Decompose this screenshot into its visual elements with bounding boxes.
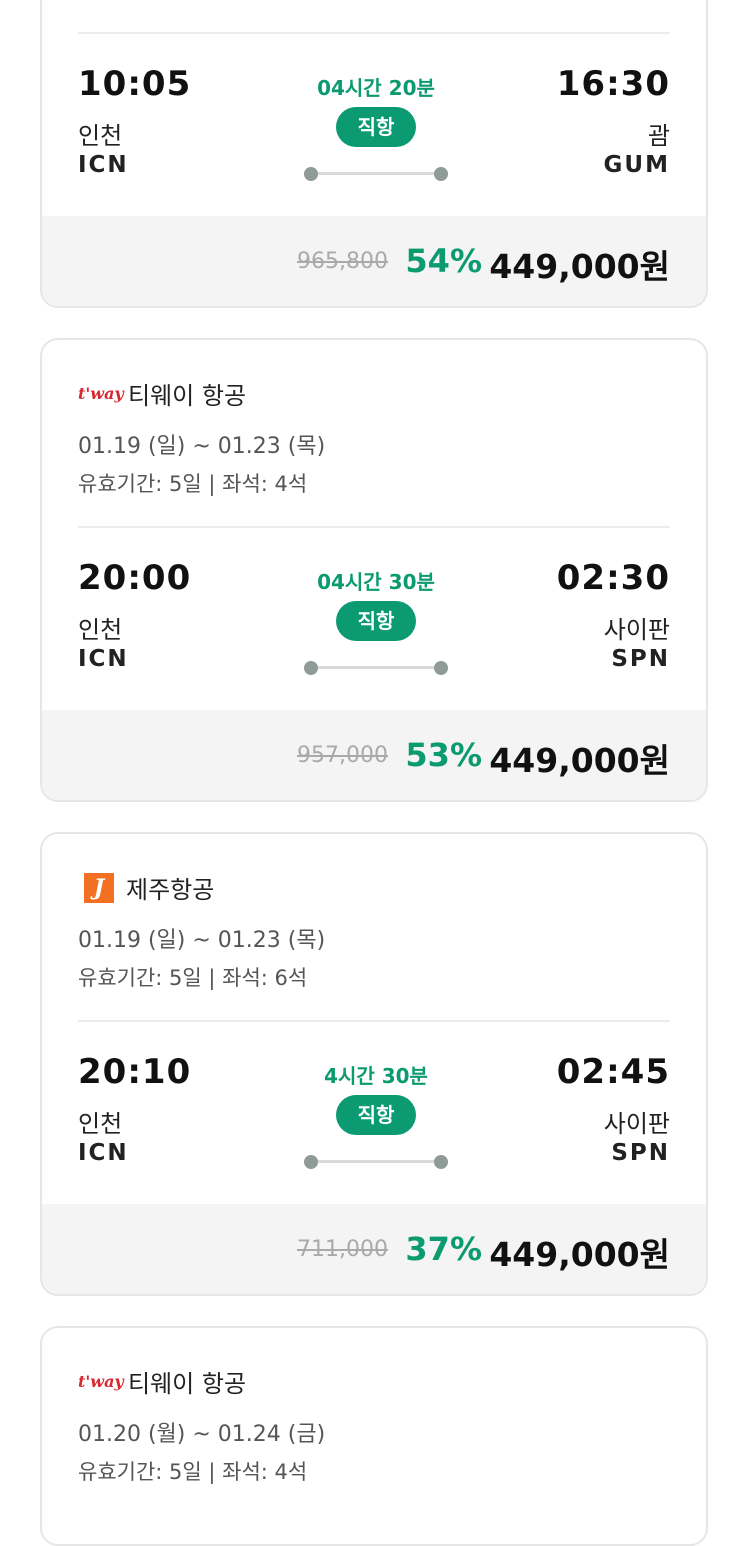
divider (78, 1020, 670, 1022)
validity-seats: 유효기간: 5일 | 좌석: 4석 (78, 472, 308, 496)
flight-card[interactable]: t'way 티웨이 항공 01.20 (월) ~ 01.24 (금) 유효기간:… (40, 1326, 708, 1546)
arrival-city: 사이판 (603, 1110, 670, 1138)
arrival-time: 16:30 (556, 64, 670, 104)
arrival-code: GUM (603, 152, 670, 178)
price-bar: 965,800 54% 449,000원 (42, 216, 706, 306)
airline-name: 티웨이 항공 (128, 1370, 247, 1398)
tway-logo: t'way (78, 1372, 124, 1391)
airline-row: t'way 티웨이 항공 (78, 1364, 246, 1399)
airline-row: J 제주항공 (78, 870, 214, 905)
discount-rate: 54% (405, 242, 482, 280)
route-line (310, 1160, 440, 1163)
validity-seats: 유효기간: 5일 | 좌석: 4석 (78, 1460, 308, 1484)
discount-rate: 37% (405, 1230, 482, 1268)
airline-row: t'way 티웨이 항공 (78, 376, 246, 411)
flight-duration: 4시간 30분 (324, 1064, 428, 1088)
departure-code: ICN (78, 646, 129, 672)
direct-badge: 직항 (336, 601, 416, 641)
travel-dates: 01.20 (월) ~ 01.24 (금) (78, 1422, 326, 1447)
flight-duration: 04시간 30분 (317, 570, 435, 594)
arrival-code: SPN (611, 646, 670, 672)
price-bar: 957,000 53% 449,000원 (42, 710, 706, 800)
departure-city: 인천 (78, 616, 123, 644)
route-destination-dot (434, 1155, 448, 1169)
travel-dates: 01.19 (일) ~ 01.23 (목) (78, 928, 326, 953)
arrival-code: SPN (611, 1140, 670, 1166)
departure-city: 인천 (78, 122, 123, 150)
final-price: 449,000원 (489, 741, 670, 780)
departure-time: 20:10 (78, 1052, 192, 1092)
departure-city: 인천 (78, 1110, 123, 1138)
departure-code: ICN (78, 152, 129, 178)
discount-rate: 53% (405, 736, 482, 774)
price-bar: 711,000 37% 449,000원 (42, 1204, 706, 1294)
arrival-time: 02:45 (556, 1052, 670, 1092)
route-origin-dot (304, 1155, 318, 1169)
original-price: 711,000 (297, 1237, 388, 1262)
arrival-city: 괌 (647, 122, 670, 150)
original-price: 965,800 (297, 249, 388, 274)
route-origin-dot (304, 661, 318, 675)
arrival-time: 02:30 (556, 558, 670, 598)
final-price: 449,000원 (489, 1235, 670, 1274)
departure-code: ICN (78, 1140, 129, 1166)
divider (78, 526, 670, 528)
flight-card[interactable]: J 제주항공 01.19 (일) ~ 01.23 (목) 유효기간: 5일 | … (40, 832, 708, 1296)
divider (78, 32, 670, 34)
jeju-air-logo: J (84, 872, 114, 903)
route-origin-dot (304, 167, 318, 181)
route-destination-dot (434, 167, 448, 181)
airline-name: 티웨이 항공 (128, 382, 247, 410)
final-price: 449,000원 (489, 247, 670, 286)
travel-dates: 01.19 (일) ~ 01.23 (목) (78, 434, 326, 459)
direct-badge: 직항 (336, 107, 416, 147)
route-line (310, 666, 440, 669)
departure-time: 20:00 (78, 558, 192, 598)
direct-badge: 직항 (336, 1095, 416, 1135)
tway-logo: t'way (78, 384, 124, 403)
departure-time: 10:05 (78, 64, 192, 104)
flight-card[interactable]: t'way 티웨이 항공 01.19 (일) ~ 01.23 (목) 유효기간:… (40, 338, 708, 802)
validity-seats: 유효기간: 5일 | 좌석: 6석 (78, 966, 308, 990)
original-price: 957,000 (297, 743, 388, 768)
arrival-city: 사이판 (603, 616, 670, 644)
route-destination-dot (434, 661, 448, 675)
flight-card[interactable]: 10:05 04시간 20분 16:30 인천 직항 괌 ICN GUM 965… (40, 0, 708, 308)
flight-duration: 04시간 20분 (317, 76, 435, 100)
route-line (310, 172, 440, 175)
airline-name: 제주항공 (126, 876, 215, 904)
